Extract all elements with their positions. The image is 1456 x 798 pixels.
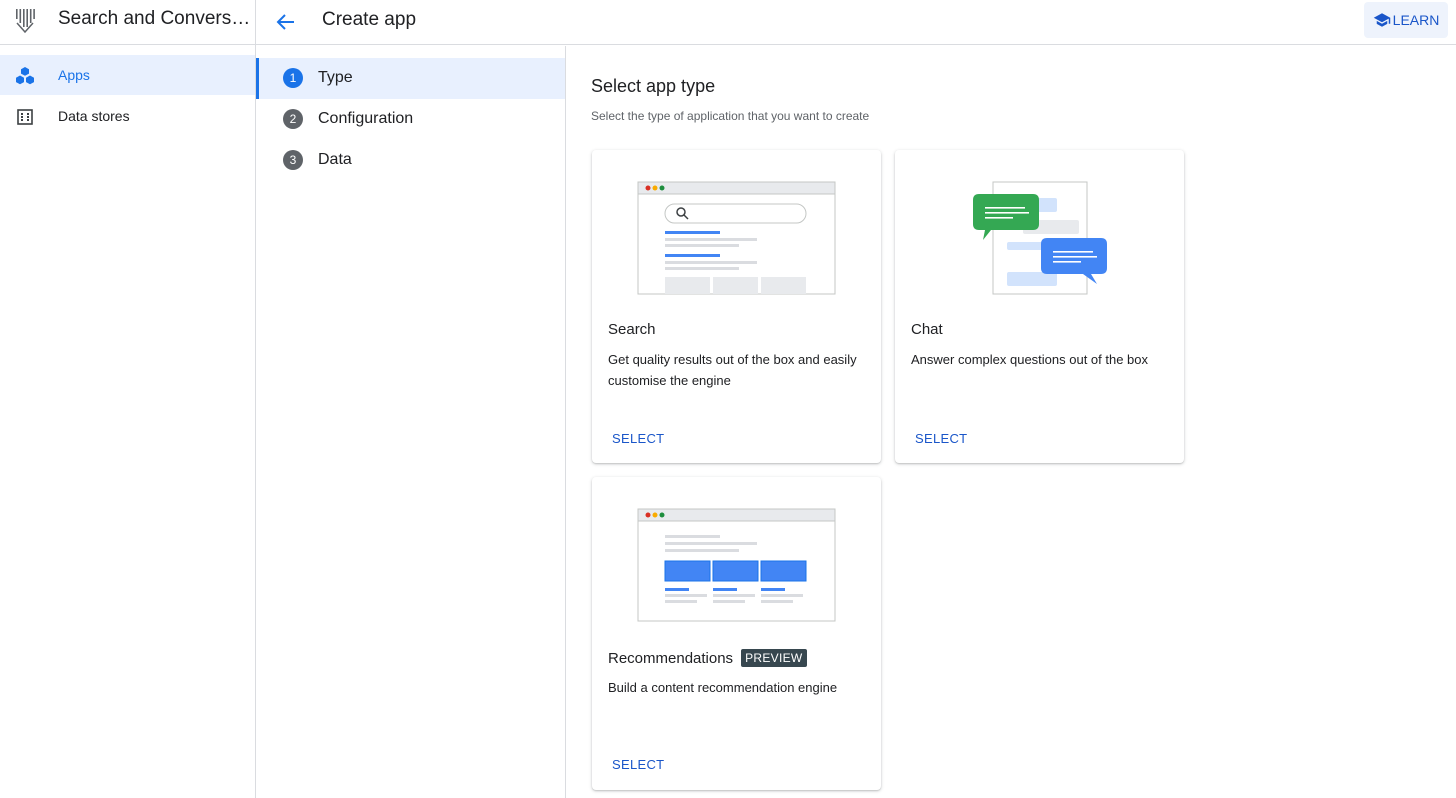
search-illustration [637, 181, 836, 295]
nav-item-data-stores[interactable]: Data stores [0, 96, 255, 136]
top-bar: Create app LEARN [256, 0, 1456, 45]
preview-badge: PREVIEW [741, 649, 807, 667]
step-number: 3 [283, 150, 303, 170]
step-number: 1 [283, 68, 303, 88]
product-header: Search and Conversat... [0, 0, 256, 45]
nav-item-label: Data stores [58, 108, 130, 124]
product-logo-icon [16, 9, 35, 34]
card-title-text: Search [608, 321, 656, 338]
apps-cubes-icon [16, 67, 34, 85]
step-number: 2 [283, 109, 303, 129]
data-stores-grid-icon [17, 109, 33, 125]
app-type-card-chat[interactable]: Chat Answer complex questions out of the… [895, 150, 1184, 463]
school-cap-icon [1373, 13, 1390, 27]
card-description: Get quality results out of the box and e… [608, 352, 857, 388]
step-type[interactable]: 1 Type [256, 58, 565, 99]
card-title-text: Chat [911, 321, 943, 338]
select-button[interactable]: SELECT [612, 757, 664, 772]
card-description: Answer complex questions out of the box [911, 352, 1149, 367]
page-title: Create app [322, 9, 417, 30]
recommendations-illustration [637, 508, 836, 622]
back-arrow-icon[interactable] [272, 8, 300, 36]
chat-illustration [973, 181, 1107, 295]
step-configuration[interactable]: 2 Configuration [256, 99, 565, 140]
section-subtitle: Select the type of application that you … [591, 109, 870, 123]
card-title-text: Recommendations [608, 649, 734, 667]
app-type-card-search[interactable]: Search Get quality results out of the bo… [592, 150, 881, 463]
app-type-card-recommendations[interactable]: Recommendations PREVIEW Build a content … [592, 477, 881, 790]
card-title: Chat [911, 321, 943, 338]
nav-item-label: Apps [58, 67, 90, 83]
step-data[interactable]: 3 Data [256, 140, 565, 181]
section-title: Select app type [591, 76, 716, 96]
card-description: Build a content recommendation engine [608, 680, 838, 695]
stepper: 1 Type 2 Configuration 3 Data [256, 46, 566, 798]
left-nav: Search and Conversat... Apps Data stores [0, 0, 256, 798]
select-button[interactable]: SELECT [612, 431, 664, 446]
card-title: Recommendations PREVIEW [608, 649, 807, 667]
main-content: Select app type Select the type of appli… [567, 46, 1456, 798]
product-title: Search and Conversat... [58, 8, 252, 29]
learn-label: LEARN [1392, 12, 1440, 28]
select-button[interactable]: SELECT [915, 431, 967, 446]
step-label: Type [318, 69, 353, 86]
learn-button[interactable]: LEARN [1364, 2, 1448, 38]
step-label: Data [318, 151, 352, 168]
step-label: Configuration [318, 110, 414, 127]
nav-item-apps[interactable]: Apps [0, 55, 255, 95]
card-title: Search [608, 321, 656, 338]
